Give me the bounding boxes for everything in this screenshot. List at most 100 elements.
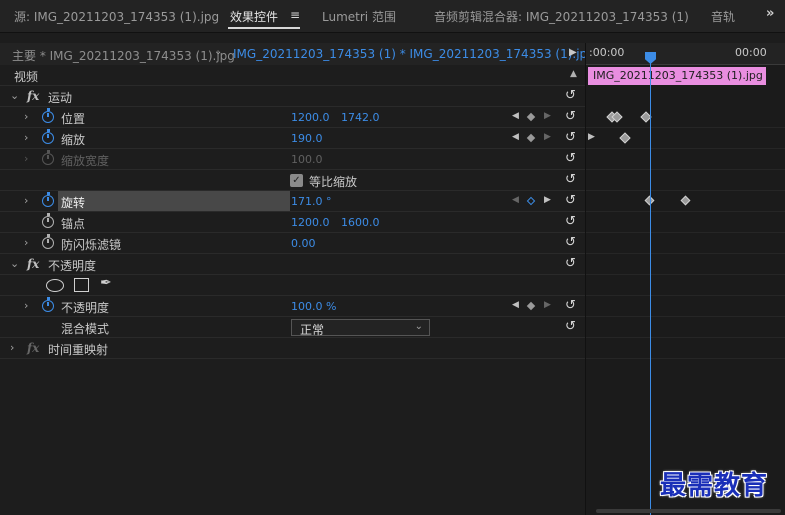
fx-icon: fx (27, 341, 40, 355)
property-label: 不透明度 (61, 301, 110, 315)
play-only-icon[interactable]: ▶ (569, 47, 577, 58)
scale-value[interactable]: 190.0 (291, 132, 323, 145)
opacity-value[interactable]: 100.0 % (291, 300, 336, 313)
prev-keyframe-icon[interactable]: ◀ (512, 300, 519, 310)
effect-opacity[interactable]: ⌄ fx 不透明度 ↺ (0, 254, 585, 275)
time-ruler[interactable]: :00:00 00:00 (586, 43, 785, 65)
position-y-value[interactable]: 1742.0 (341, 111, 380, 124)
next-keyframe-icon[interactable]: ▶ (544, 300, 551, 310)
stopwatch-icon[interactable] (42, 234, 54, 249)
reset-icon[interactable]: ↺ (565, 151, 576, 166)
stopwatch-icon[interactable] (42, 129, 54, 144)
chevron-down-icon[interactable]: ⌄ (10, 257, 19, 270)
tab-audio-track[interactable]: 音轨 (711, 8, 735, 25)
tab-audio-clip-mixer[interactable]: 音频剪辑混合器: IMG_20211203_174353 (1) (434, 8, 689, 25)
anchor-y-value[interactable]: 1600.0 (341, 216, 380, 229)
uniform-scale-checkbox[interactable]: ✓ (290, 174, 303, 187)
timeline-row-anchor (586, 212, 785, 233)
property-label: 防闪烁滤镜 (61, 238, 122, 252)
reset-icon[interactable]: ↺ (565, 298, 576, 313)
chevron-right-icon[interactable]: › (24, 236, 28, 249)
ellipse-mask-icon[interactable] (46, 279, 64, 292)
scroll-up-icon[interactable]: ▲ (570, 69, 577, 79)
chevron-down-icon: ⌄ (414, 321, 423, 332)
next-keyframe-icon[interactable]: ▶ (544, 195, 551, 205)
effect-time-remapping[interactable]: › fx 时间重映射 (0, 338, 585, 359)
pen-mask-icon[interactable]: ✒ (100, 275, 112, 291)
mask-tools-row: ✒ (0, 275, 585, 296)
effect-motion[interactable]: ⌄ fx 运动 ↺ (0, 86, 585, 107)
add-keyframe-icon[interactable] (526, 133, 536, 143)
tab-lumetri-scopes[interactable]: Lumetri 范围 (322, 8, 396, 25)
keyframe-marker[interactable] (680, 195, 691, 206)
prev-keyframe-icon[interactable]: ◀ (512, 111, 519, 121)
reset-icon[interactable]: ↺ (565, 172, 576, 187)
chevron-right-icon[interactable]: › (24, 194, 28, 207)
tab-menu-icon[interactable]: ≡ (290, 8, 300, 22)
reset-icon[interactable]: ↺ (565, 256, 576, 271)
reset-icon[interactable]: ↺ (565, 319, 576, 334)
chevron-right-icon[interactable]: › (10, 341, 14, 354)
effect-timeline: :00:00 00:00 IMG_20211203_174353 (1).jpg… (585, 43, 785, 515)
playhead-line[interactable] (650, 63, 651, 515)
sequence-clip-label[interactable]: IMG_20211203_174353 (1) * IMG_20211203_1… (233, 47, 595, 61)
anti-flicker-value[interactable]: 0.00 (291, 237, 316, 250)
blend-mode-dropdown[interactable]: 正常 ⌄ (291, 319, 430, 337)
chevron-right-icon: › (24, 152, 29, 165)
next-keyframe-icon[interactable]: ▶ (544, 132, 551, 142)
reset-icon[interactable]: ↺ (565, 88, 576, 103)
tab-source[interactable]: 源: IMG_20211203_174353 (1).jpg (14, 8, 219, 25)
prev-keyframe-icon[interactable]: ◀ (512, 132, 519, 142)
effect-motion-label: 运动 (48, 91, 73, 105)
property-label: 旋转 (61, 196, 86, 210)
anchor-x-value[interactable]: 1200.0 (291, 216, 330, 229)
chevron-right-icon[interactable]: › (24, 110, 28, 123)
tab-effect-controls[interactable]: 效果控件 (230, 8, 278, 25)
reset-icon[interactable]: ↺ (565, 193, 576, 208)
add-keyframe-icon[interactable] (526, 196, 536, 206)
property-label: 缩放 (61, 133, 86, 147)
effect-opacity-label: 不透明度 (48, 259, 97, 273)
add-keyframe-icon[interactable] (526, 301, 536, 311)
reset-icon[interactable]: ↺ (565, 214, 576, 229)
property-anti-flicker: › 防闪烁滤镜 0.00 ↺ (0, 233, 585, 254)
stopwatch-icon[interactable] (42, 192, 54, 207)
property-anchor-point: 锚点 1200.0 1600.0 ↺ (0, 212, 585, 233)
reset-icon[interactable]: ↺ (565, 235, 576, 250)
rectangle-mask-icon[interactable] (74, 278, 89, 292)
timeline-scrollbar[interactable] (596, 509, 781, 513)
timeline-row-rotation (586, 191, 785, 212)
stopwatch-icon[interactable] (42, 213, 54, 228)
property-blend-mode: 混合模式 正常 ⌄ ↺ (0, 317, 585, 338)
reset-icon[interactable]: ↺ (565, 109, 576, 124)
chevron-down-icon[interactable]: ⌄ (214, 46, 222, 57)
timecode-start: :00:00 (589, 46, 625, 59)
chevron-down-icon[interactable]: ⌄ (10, 89, 19, 102)
stopwatch-icon[interactable] (42, 297, 54, 312)
timeline-row-opacity-effect (586, 254, 785, 275)
timeline-row-position (586, 107, 785, 128)
active-tab-indicator (228, 27, 300, 29)
timeline-clip-label: IMG_20211203_174353 (1).jpg (593, 69, 763, 82)
next-keyframe-icon[interactable]: ▶ (544, 111, 551, 121)
position-x-value[interactable]: 1200.0 (291, 111, 330, 124)
tab-overflow-icon[interactable]: » (766, 6, 774, 21)
fx-icon[interactable]: fx (27, 257, 39, 271)
prev-keyframe-icon[interactable]: ◀ (512, 195, 519, 205)
timeline-row-scale-width (586, 149, 785, 170)
clip-selector-row: 主要 * IMG_20211203_174353 (1).jpg ⌄ IMG_2… (0, 43, 595, 65)
chevron-right-icon[interactable]: › (24, 299, 28, 312)
rotation-value[interactable]: 171.0 ° (291, 195, 332, 208)
uniform-scale-label: 等比缩放 (309, 175, 358, 189)
keyframe-marker[interactable] (619, 132, 631, 144)
master-clip-label[interactable]: 主要 * IMG_20211203_174353 (1).jpg (12, 47, 235, 64)
reset-icon[interactable]: ↺ (565, 130, 576, 145)
timeline-row-mask (586, 275, 785, 296)
chevron-right-icon[interactable]: › (24, 131, 28, 144)
stopwatch-icon[interactable] (42, 108, 54, 123)
add-keyframe-icon[interactable] (526, 112, 536, 122)
timeline-row-anti-flicker (586, 233, 785, 254)
property-uniform-scale: ✓ 等比缩放 ↺ (0, 170, 585, 191)
fx-icon[interactable]: fx (27, 89, 39, 103)
timeline-clip[interactable]: IMG_20211203_174353 (1).jpg (588, 67, 766, 85)
